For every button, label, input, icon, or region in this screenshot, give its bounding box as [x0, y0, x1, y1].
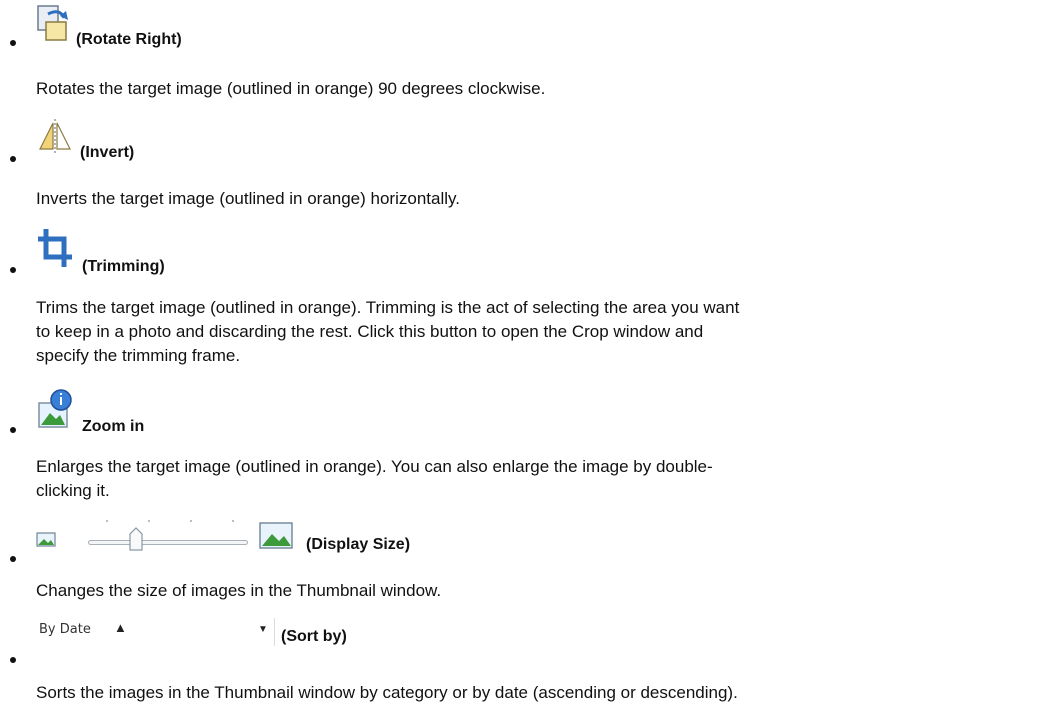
bullet — [10, 556, 16, 562]
zoom-in-label: Zoom in — [82, 418, 145, 435]
bullet — [10, 657, 16, 663]
zoom-in-description-line-1: Enlarges the target image (outlined in o… — [36, 457, 713, 476]
sort-dropdown[interactable]: By Date ▲ ▼ — [36, 618, 275, 646]
trimming-label: (Trimming) — [82, 258, 165, 275]
trimming-description-line-1: Trims the target image (outlined in oran… — [36, 298, 740, 317]
sort-direction-icon[interactable]: ▲ — [114, 620, 127, 635]
sort-by-description: Sorts the images in the Thumbnail window… — [36, 683, 738, 702]
large-image-icon — [259, 522, 293, 549]
invert-description: Inverts the target image (outlined in or… — [36, 189, 460, 208]
display-size-slider[interactable] — [36, 512, 300, 554]
bullet — [10, 156, 16, 162]
bullet — [10, 40, 16, 46]
display-size-description: Changes the size of images in the Thumbn… — [36, 581, 442, 600]
trimming-icon — [36, 225, 76, 276]
slider-thumb[interactable] — [128, 526, 144, 552]
chevron-down-icon[interactable]: ▼ — [258, 624, 268, 635]
zoom-in-description-line-2: clicking it. — [36, 481, 110, 500]
slider-track[interactable] — [88, 540, 248, 545]
small-image-icon — [36, 532, 56, 547]
invert-icon — [36, 115, 74, 162]
invert-label: (Invert) — [80, 144, 135, 161]
rotate-right-icon — [36, 0, 70, 49]
display-size-label: (Display Size) — [306, 536, 411, 553]
rotate-right-description: Rotates the target image (outlined in or… — [36, 79, 546, 98]
rotate-right-label: (Rotate Right) — [76, 31, 182, 48]
bullet — [10, 267, 16, 273]
zoom-in-icon — [36, 385, 76, 436]
trimming-description-line-2: to keep in a photo and discarding the re… — [36, 322, 704, 341]
sort-dropdown-value: By Date — [39, 622, 91, 637]
trimming-description-line-3: specify the trimming frame. — [36, 346, 241, 365]
bullet — [10, 427, 16, 433]
sort-by-label: (Sort by) — [281, 628, 347, 645]
